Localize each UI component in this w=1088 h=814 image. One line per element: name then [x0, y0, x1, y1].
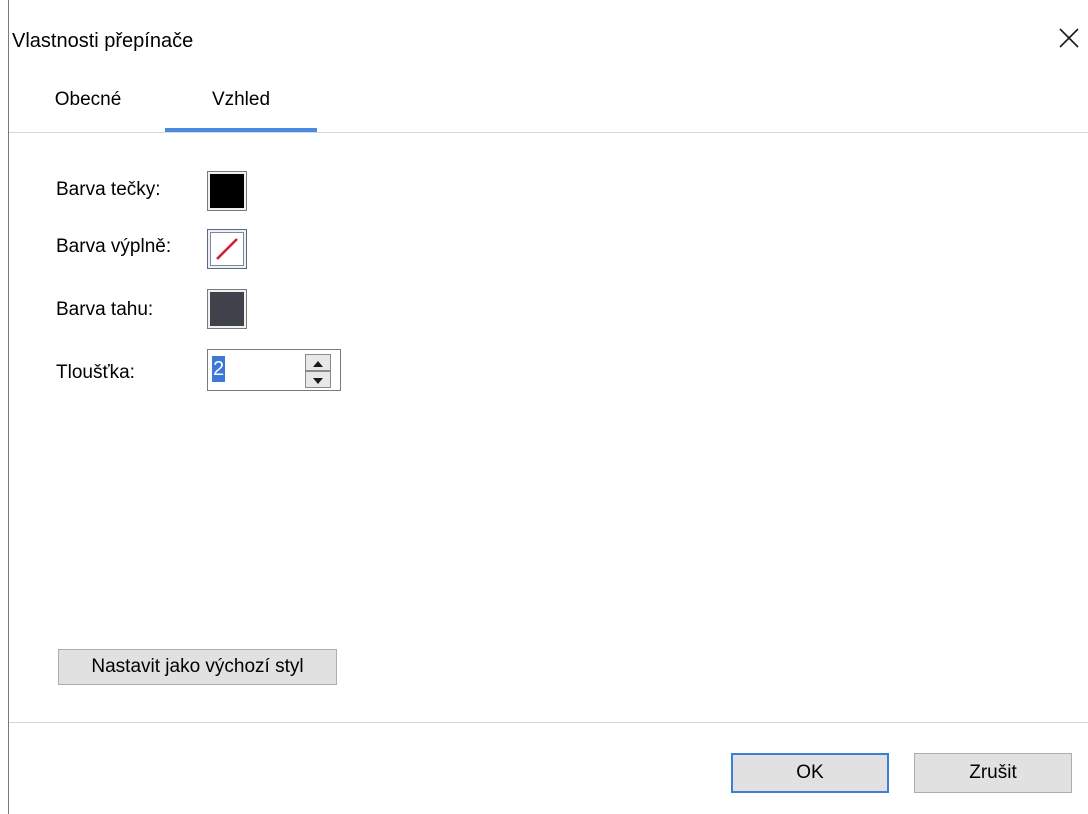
dot-color-label: Barva tečky: — [56, 179, 161, 200]
dot-color-picker[interactable] — [207, 171, 247, 211]
tab-bar: Obecné Vzhled — [9, 80, 1088, 133]
fill-color-label: Barva výplně: — [56, 236, 172, 257]
cancel-button[interactable]: Zrušit — [914, 753, 1072, 793]
tab-appearance-label: Vzhled — [211, 89, 271, 110]
set-default-style-button[interactable]: Nastavit jako výchozí styl — [58, 649, 337, 685]
close-button[interactable] — [1049, 20, 1088, 60]
window-title: Vlastnosti přepínače — [12, 30, 194, 52]
thickness-value[interactable]: 2 — [212, 356, 226, 382]
stroke-color-swatch — [210, 292, 244, 326]
footer-divider — [9, 722, 1088, 723]
tab-selected-indicator — [165, 128, 317, 132]
fill-color-picker[interactable] — [207, 229, 247, 269]
tab-general[interactable]: Obecné — [43, 80, 133, 130]
stroke-color-label: Barva tahu: — [56, 299, 154, 320]
arrow-up-icon — [313, 354, 323, 372]
arrow-down-icon — [313, 371, 323, 389]
close-icon — [1058, 27, 1080, 54]
ok-button[interactable]: OK — [731, 753, 889, 793]
thickness-stepper[interactable]: 2 — [207, 349, 341, 391]
increment-button[interactable] — [305, 354, 331, 371]
decrement-button[interactable] — [305, 371, 331, 388]
tab-appearance[interactable]: Vzhled — [165, 80, 317, 132]
dialog-window: Vlastnosti přepínače Obecné Vzhled Barva… — [8, 0, 1088, 814]
no-color-icon — [210, 232, 244, 266]
stroke-color-picker[interactable] — [207, 289, 247, 329]
dot-color-swatch — [210, 174, 244, 208]
title-bar: Vlastnosti přepínače — [9, 0, 1088, 80]
thickness-label: Tloušťka: — [56, 362, 135, 383]
